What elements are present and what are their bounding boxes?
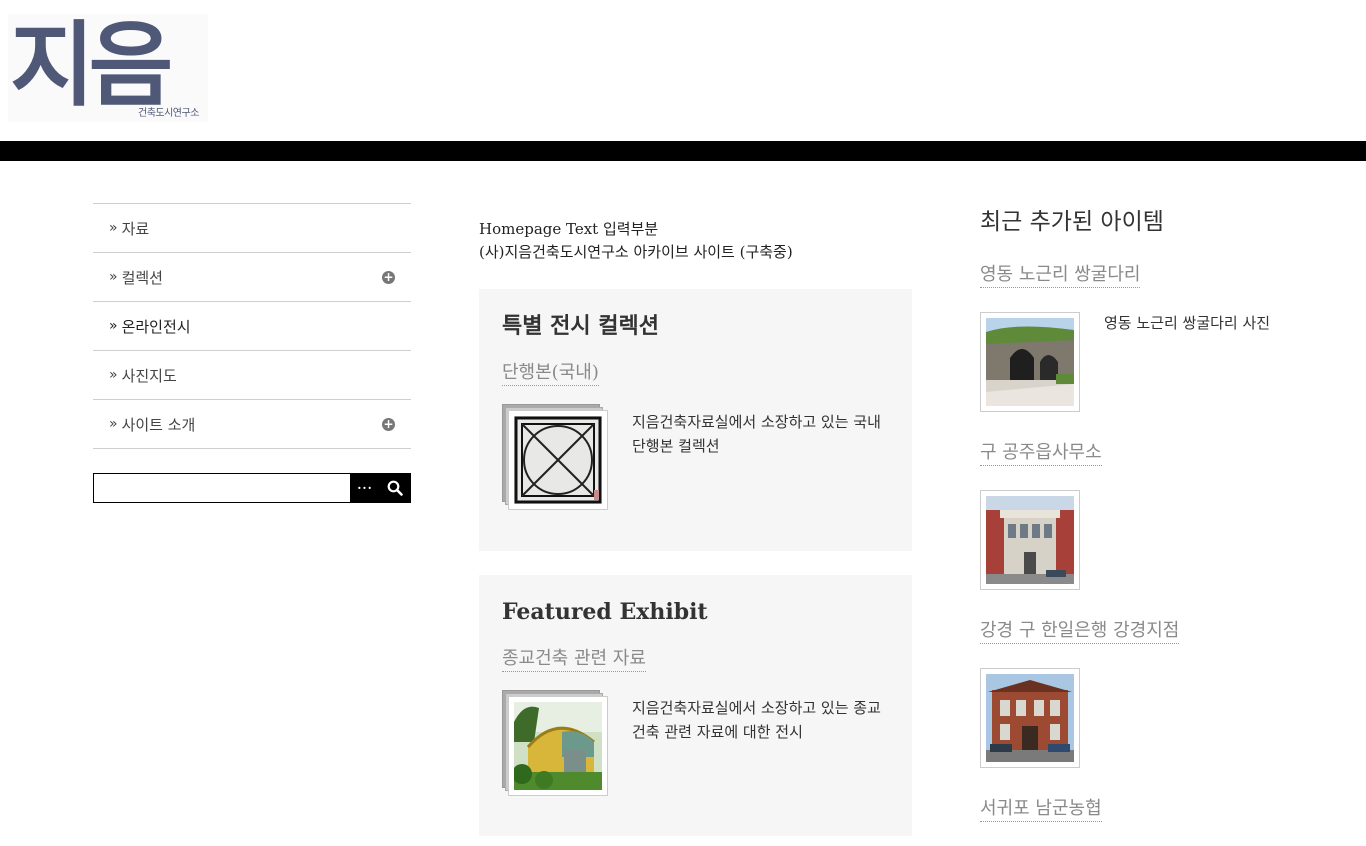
main-nav: » 자료 » 컬렉션 + » 온라인전시 » 사진지도 » 사이트 소개 +	[93, 203, 411, 449]
featured-collection-description: 지음건축자료실에서 소장하고 있는 국내 단행본 컬렉션	[632, 413, 881, 455]
recent-items-heading: 최근 추가된 아이템	[980, 209, 1164, 235]
nav-item-label: 사이트 소개	[121, 415, 196, 434]
office-building-photo-image	[986, 496, 1074, 584]
nav-item-archive[interactable]: » 자료	[93, 204, 411, 253]
recent-item: 구 공주읍사무소	[980, 441, 1320, 590]
search-icon	[387, 480, 403, 496]
recent-item: 영동 노근리 쌍굴다리 영동 노근리 쌍굴다리 사진	[980, 263, 1320, 412]
recent-item-thumbnail[interactable]	[980, 668, 1080, 768]
bank-building-photo-image	[986, 674, 1074, 762]
search-input[interactable]	[94, 474, 350, 502]
recent-item-title-link[interactable]: 영동 노근리 쌍굴다리	[980, 263, 1141, 288]
collection-thumbnail[interactable]	[502, 404, 610, 510]
nav-item-about[interactable]: » 사이트 소개 +	[93, 400, 411, 449]
featured-exhibit-description: 지음건축자료실에서 소장하고 있는 종교건축 관련 자료에 대한 전시	[632, 699, 881, 741]
recent-item-thumbnail[interactable]	[980, 312, 1080, 412]
book-cover-image	[514, 416, 602, 504]
featured-collection-panel: 특별 전시 컬렉션 단행본(국내) 지음건축자료실에서 소장하고 있는 국내 단…	[479, 289, 912, 551]
header-divider-bar	[0, 141, 1366, 161]
nav-item-photo-map[interactable]: » 사진지도	[93, 351, 411, 400]
plus-circle-icon[interactable]: +	[382, 418, 395, 431]
intro-line-1: Homepage Text 입력부분	[479, 220, 659, 238]
recent-item-body: 영동 노근리 쌍굴다리 사진	[980, 312, 1320, 412]
recent-item: 서귀포 남군농협	[980, 797, 1320, 822]
nav-bullet: »	[109, 416, 118, 432]
site-logo[interactable]: 지음 건축도시연구소	[8, 12, 208, 122]
homepage-intro: Homepage Text 입력부분 (사)지음건축도시연구소 아카이브 사이트…	[479, 218, 919, 264]
plus-circle-icon[interactable]: +	[382, 271, 395, 284]
church-photo-image	[512, 702, 602, 790]
recent-item-thumbnail[interactable]	[980, 490, 1080, 590]
nav-bullet: »	[109, 269, 118, 285]
exhibit-thumbnail[interactable]	[502, 690, 610, 796]
nav-item-label: 온라인전시	[121, 317, 191, 336]
exhibit-thumbnail-image	[508, 696, 608, 796]
search-form: ···	[93, 473, 411, 503]
featured-exhibit-panel: Featured Exhibit 종교건축 관련 자료 지음건축자료실에서 소장…	[479, 575, 912, 836]
recent-item-description: 영동 노근리 쌍굴다리 사진	[1104, 314, 1271, 332]
featured-exhibit-heading: Featured Exhibit	[502, 599, 708, 625]
logo-subtitle: 건축도시연구소	[138, 108, 199, 119]
featured-collection-heading: 특별 전시 컬렉션	[502, 313, 659, 339]
recent-item-body	[980, 490, 1320, 590]
nav-bullet: »	[109, 318, 118, 334]
recent-item-body	[980, 668, 1320, 768]
nav-bullet: »	[109, 220, 118, 236]
nav-item-online-exhibits[interactable]: » 온라인전시	[93, 302, 411, 351]
search-submit-button[interactable]	[380, 474, 410, 502]
featured-collection-title-link[interactable]: 단행본(국내)	[502, 361, 599, 386]
recent-item-title-link[interactable]: 서귀포 남군농협	[980, 797, 1102, 822]
intro-line-2: (사)지음건축도시연구소 아카이브 사이트 (구축중)	[479, 243, 793, 261]
recent-item-title-link[interactable]: 구 공주읍사무소	[980, 441, 1102, 466]
nav-item-label: 컬렉션	[121, 268, 163, 287]
bridge-photo-image	[986, 318, 1074, 406]
collection-thumbnail-image	[508, 410, 608, 510]
nav-bullet: »	[109, 367, 118, 383]
advanced-search-button[interactable]: ···	[350, 474, 380, 502]
recent-item-title-link[interactable]: 강경 구 한일은행 강경지점	[980, 619, 1180, 644]
featured-exhibit-body: 지음건축자료실에서 소장하고 있는 종교건축 관련 자료에 대한 전시	[502, 690, 889, 796]
nav-item-collections[interactable]: » 컬렉션 +	[93, 253, 411, 302]
featured-collection-body: 지음건축자료실에서 소장하고 있는 국내 단행본 컬렉션	[502, 404, 889, 510]
nav-item-label: 자료	[121, 219, 150, 238]
recent-item: 강경 구 한일은행 강경지점	[980, 619, 1320, 768]
site-header: 지음 건축도시연구소	[0, 0, 1366, 141]
featured-exhibit-title-link[interactable]: 종교건축 관련 자료	[502, 647, 646, 672]
nav-item-label: 사진지도	[121, 366, 177, 385]
